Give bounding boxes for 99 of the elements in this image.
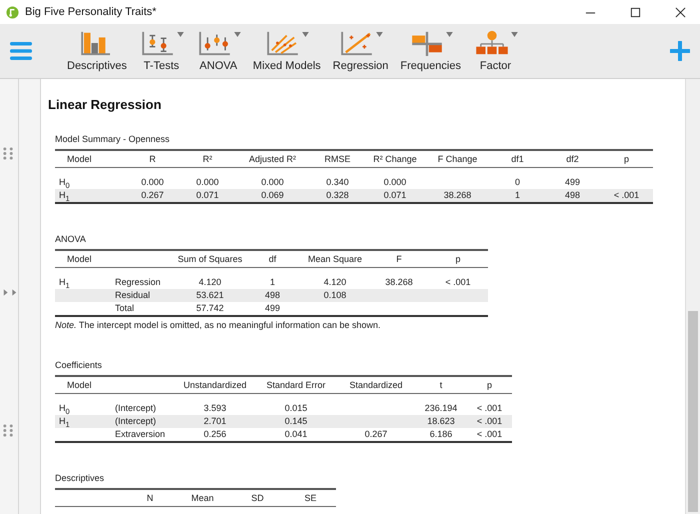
table-cell: 53.621 bbox=[196, 290, 224, 300]
table-cell: 0.108 bbox=[324, 290, 346, 300]
table-cell: 0.041 bbox=[284, 429, 308, 439]
column-header: Model bbox=[67, 154, 92, 164]
table-title: Model Summary - Openness bbox=[55, 134, 171, 144]
table-cell: 38.268 bbox=[444, 190, 472, 200]
table-cell: 0.000 bbox=[261, 177, 284, 187]
menu-icon[interactable] bbox=[10, 40, 32, 62]
window-title: Big Five Personality Traits* bbox=[25, 6, 156, 18]
table-cell: 3.593 bbox=[204, 403, 226, 413]
column-header: df bbox=[268, 254, 276, 264]
table-cell: (Intercept) bbox=[115, 403, 156, 413]
table-cell: Regression bbox=[115, 277, 161, 287]
column-header: Standardized bbox=[349, 380, 403, 390]
table-cell: 0.071 bbox=[384, 190, 406, 200]
scrollbar[interactable] bbox=[685, 79, 700, 514]
table-cell: 0 bbox=[514, 177, 520, 187]
column-header: t bbox=[440, 380, 442, 390]
column-header: SE bbox=[304, 493, 316, 503]
column-header: R bbox=[149, 154, 156, 164]
results-heading: Linear Regression bbox=[48, 97, 162, 112]
table-cell: < .001 bbox=[476, 429, 502, 439]
table-cell: < .001 bbox=[614, 190, 640, 200]
table-cell: 0.267 bbox=[364, 429, 388, 439]
table-note: Note. The intercept model is omitted, as no meaningful information can be shown. bbox=[55, 320, 382, 330]
table-cell: H$_{1}$ bbox=[59, 277, 70, 287]
table-cell: 38.268 bbox=[385, 277, 413, 287]
table-cell: < .001 bbox=[476, 416, 502, 426]
toolbar-button[interactable]: Mixed Models bbox=[250, 30, 323, 72]
column-header: p bbox=[486, 380, 492, 390]
app-icon bbox=[6, 6, 19, 18]
column-header: N bbox=[146, 493, 154, 503]
table-cell: 0.015 bbox=[284, 403, 308, 413]
table-cell: Extraversion bbox=[115, 429, 166, 439]
table-cell: H$_{0}$ bbox=[59, 403, 70, 413]
table-cell: 0.267 bbox=[141, 190, 164, 200]
column-header: Standard Error bbox=[266, 380, 326, 390]
table-title: ANOVA bbox=[55, 234, 87, 244]
toolbar-button[interactable]: T-Tests bbox=[136, 30, 186, 72]
column-header: Mean bbox=[191, 493, 214, 503]
toolbar-button[interactable]: Descriptives bbox=[65, 30, 129, 72]
column-header: df2 bbox=[566, 154, 579, 164]
column-header: Unstandardized bbox=[183, 380, 247, 390]
table-cell: 4.120 bbox=[198, 277, 222, 287]
table-cell: 0.000 bbox=[141, 177, 164, 187]
table-cell: 57.742 bbox=[196, 303, 224, 313]
table-cell: 0.000 bbox=[196, 177, 219, 187]
drag-handle-icon[interactable] bbox=[3, 424, 14, 437]
table-cell: 6.186 bbox=[430, 429, 452, 439]
column-header: Sum of Squares bbox=[178, 254, 242, 264]
table-cell: 0.256 bbox=[204, 429, 226, 439]
add-icon[interactable] bbox=[670, 41, 690, 61]
column-header: Adjusted R² bbox=[248, 154, 296, 164]
table-cell: H$_{1}$ bbox=[59, 416, 70, 426]
table-cell: 0.069 bbox=[261, 190, 284, 200]
maximize-icon[interactable] bbox=[630, 6, 641, 18]
toolbar-button[interactable]: ANOVA bbox=[194, 30, 243, 72]
table-cell: Total bbox=[115, 303, 134, 313]
column-header: p bbox=[624, 154, 629, 164]
table-cell: 1 bbox=[514, 190, 520, 200]
table-cell: 0.145 bbox=[284, 416, 308, 426]
table-title: Coefficients bbox=[55, 360, 103, 370]
column-header: RMSE bbox=[324, 154, 350, 164]
toolbar-button[interactable]: Frequencies bbox=[398, 30, 463, 72]
column-header: p bbox=[455, 254, 460, 264]
table-cell: 498 bbox=[564, 190, 580, 200]
table-cell: H$_{1}$ bbox=[59, 190, 70, 200]
table-cell: < .001 bbox=[445, 277, 471, 287]
table-cell: 1 bbox=[270, 277, 275, 287]
table-cell: < .001 bbox=[476, 403, 502, 413]
close-icon[interactable] bbox=[675, 6, 686, 18]
table-cell: 18.623 bbox=[427, 416, 455, 426]
table-cell: (Intercept) bbox=[115, 416, 156, 426]
table-cell: 4.120 bbox=[324, 277, 346, 287]
table-cell: 499 bbox=[564, 177, 580, 187]
expand-arrows-icon[interactable] bbox=[3, 289, 17, 296]
column-header: R² bbox=[202, 154, 212, 164]
table-title: Descriptives bbox=[55, 473, 106, 483]
column-header: F Change bbox=[438, 154, 478, 164]
table-cell: Residual bbox=[115, 290, 150, 300]
table-cell: 236.194 bbox=[424, 403, 458, 413]
table-cell: 0.340 bbox=[326, 177, 349, 187]
table-cell: H$_{0}$ bbox=[59, 177, 70, 187]
table-cell: 498 bbox=[264, 290, 280, 300]
column-header: R² Change bbox=[373, 154, 417, 164]
column-header: SD bbox=[251, 493, 264, 503]
table-cell: 0.328 bbox=[326, 190, 349, 200]
table-cell: 0.000 bbox=[384, 177, 406, 187]
drag-handle-icon[interactable] bbox=[3, 147, 14, 160]
table-cell: 499 bbox=[264, 303, 280, 313]
column-header: Model bbox=[67, 380, 92, 390]
table-cell: 0.071 bbox=[196, 190, 219, 200]
table-cell: 2.701 bbox=[204, 416, 226, 426]
column-header: Mean Square bbox=[308, 254, 362, 264]
toolbar-button[interactable]: Regression bbox=[330, 30, 390, 72]
column-header: F bbox=[396, 254, 402, 264]
column-header: df1 bbox=[511, 154, 524, 164]
column-header: Model bbox=[67, 254, 92, 264]
toolbar-button[interactable]: Factor bbox=[470, 30, 520, 72]
